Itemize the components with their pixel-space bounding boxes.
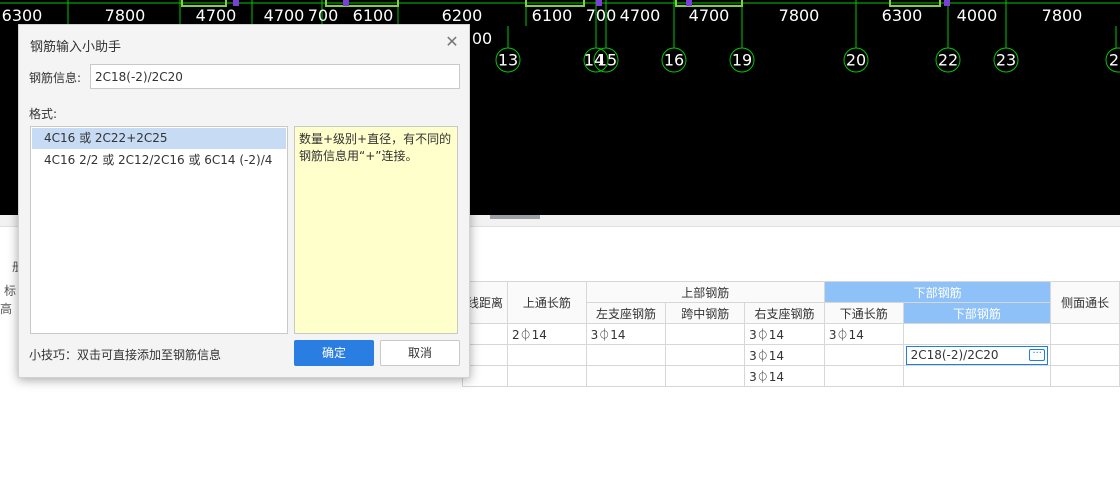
table-cell[interactable] [1050,344,1120,366]
table-cell[interactable]: 3⏀14 [744,365,825,387]
dimension-label: 00 [471,29,493,48]
dimension-label: 7800 [104,6,146,25]
dimension-label: 4700 [195,6,237,25]
format-item[interactable]: 4C16 2/2 或 2C12/2C16 或 6C14 (-2)/4 [31,150,287,171]
header-right-support: 右支座钢筋 [744,302,825,324]
format-description: 数量+级别+直径，有不同的钢筋信息用“+”连接。 [294,126,458,334]
rebar-info-label: 钢筋信息: [29,71,82,85]
dimension-label: 4700 [263,6,305,25]
table-cell[interactable]: 3⏀14 [744,344,825,366]
table-cell[interactable] [823,365,904,387]
cell-editor[interactable]: 2C18(-2)/2C20 ··· [905,345,1049,365]
table-cell[interactable] [665,323,746,345]
table-cell[interactable] [507,344,587,366]
axis-number: 2 [1108,50,1120,70]
side-label: 标 [4,284,17,298]
header-top-through: 上通长筋 [507,281,587,324]
dimension-label: 6300 [1,6,43,25]
header-side-through: 侧面通长 [1050,281,1120,324]
table-cell[interactable] [585,365,667,387]
table-cell[interactable] [665,365,746,387]
axis-number: 13 [497,50,519,70]
dialog-title: 钢筋输入小助手 [30,40,122,55]
table-cell[interactable]: 3⏀14 [744,323,825,345]
format-item[interactable]: 4C16 或 2C22+2C25 [32,128,286,149]
dimension-label: 7800 [1041,6,1083,25]
splitter-handle[interactable] [490,215,540,219]
active-cell[interactable]: 2C18(-2)/2C20 ··· [902,344,1052,366]
table-cell[interactable] [823,344,904,366]
format-label: 格式: [29,107,58,121]
table-cell[interactable] [507,365,587,387]
axis-number: 16 [663,50,685,70]
table-cell[interactable] [902,323,1052,345]
axis-number: 22 [937,50,959,70]
dimension-label: 6200 [441,6,483,25]
header-bottom-rebar: 下部钢筋 [902,302,1052,324]
table-row: 2⏀14 3⏀14 3⏀14 3⏀14 [461,323,1120,345]
cancel-button[interactable]: 取消 [380,340,460,366]
header-bottom-through: 下通长筋 [823,302,904,324]
axis-number: 23 [995,50,1017,70]
side-label: 高 [0,302,13,316]
cell-editor-value[interactable]: 2C18(-2)/2C20 [911,348,999,362]
axis-number: 19 [731,50,753,70]
table-cell[interactable]: 3⏀14 [585,323,667,345]
rebar-input-assistant-dialog: 钢筋输入小助手 ✕ 钢筋信息: 格式: 4C16 或 2C22+2C25 4C1… [18,24,470,378]
axis-number: 20 [845,50,867,70]
table-cell[interactable]: 3⏀14 [823,323,904,345]
dimension-label: 700 [307,6,339,25]
table-cell[interactable] [902,365,1052,387]
rebar-info-input[interactable] [90,64,460,89]
dimension-label: 7800 [778,6,820,25]
table-row: 3⏀14 [461,365,1120,387]
header-left-support: 左支座钢筋 [585,302,667,324]
format-list: 4C16 或 2C22+2C25 4C16 2/2 或 2C12/2C16 或 … [30,126,288,334]
table-cell[interactable] [585,344,667,366]
axis-number: 15 [596,50,618,70]
more-options-button[interactable]: ··· [1029,349,1046,361]
rebar-table: 线距离 上通长筋 上部钢筋 下部钢筋 侧面通长 左支座钢筋 跨中钢筋 右支座钢筋… [461,281,1120,387]
table-row: 3⏀14 2C18(-2)/2C20 ··· [461,344,1120,366]
tip-text: 小技巧：双击可直接添加至钢筋信息 [29,348,222,362]
ok-button[interactable]: 确定 [294,340,374,366]
table-cell[interactable] [665,344,746,366]
dimension-label: 6100 [352,6,394,25]
dimension-label: 4000 [956,6,998,25]
table-cell[interactable] [1050,323,1120,345]
dimension-label: 4700 [688,6,730,25]
dimension-label: 4700 [619,6,661,25]
table-cell[interactable] [1050,365,1120,387]
header-upper-rebar: 上部钢筋 [585,281,825,303]
dimension-label: 6300 [881,6,923,25]
header-mid-span: 跨中钢筋 [665,302,746,324]
header-lower-rebar-group: 下部钢筋 [823,281,1052,303]
close-icon[interactable]: ✕ [443,33,461,51]
dimension-label: 6100 [531,6,573,25]
dimension-label: 700 [585,6,617,25]
table-cell[interactable]: 2⏀14 [507,323,587,345]
